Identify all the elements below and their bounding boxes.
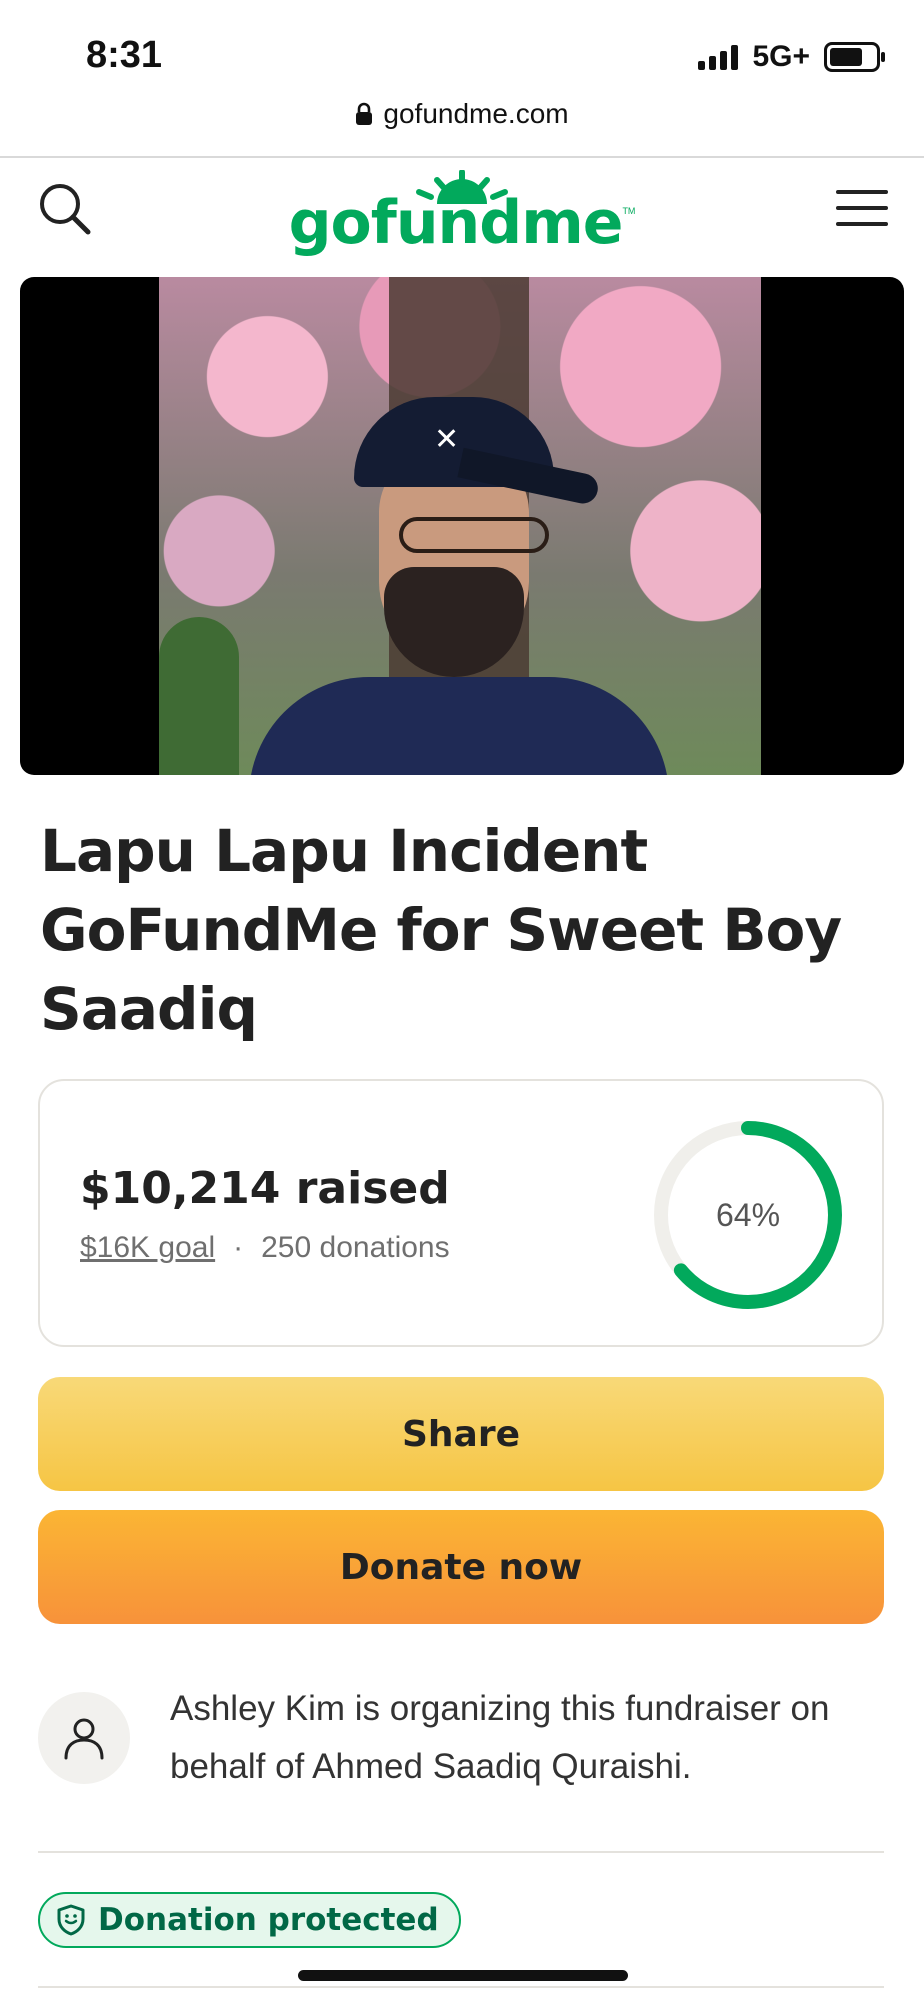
campaign-photo: ✕ (159, 277, 761, 775)
organizer-text: Ashley Kim is organizing this fundraiser… (170, 1689, 830, 1786)
goal-link[interactable]: $16K goal (80, 1231, 215, 1265)
progress-percent: 64% (715, 1197, 781, 1233)
goal-line: $16K goal · 250 donations (80, 1231, 450, 1265)
url-divider (0, 156, 924, 158)
logo-wordmark: gofundme (288, 188, 624, 258)
status-time: 8:31 (86, 34, 163, 76)
signal-icon (698, 44, 739, 70)
separator-dot: · (233, 1231, 244, 1264)
campaign-title: Lapu Lapu Incident GoFundMe for Sweet Bo… (40, 817, 842, 1043)
section-divider (38, 1851, 884, 1853)
badge-label: Donation protected (98, 1902, 439, 1938)
bottom-divider (38, 1986, 884, 1988)
campaign-image: ✕ (20, 277, 904, 775)
share-button[interactable]: Share (38, 1377, 884, 1491)
organizer-avatar (38, 1692, 130, 1784)
logo-trademark: TM (622, 206, 636, 216)
lock-icon (356, 102, 373, 125)
site-header: gofundmeTM (0, 170, 924, 270)
donate-now-button[interactable]: Donate now (38, 1510, 884, 1624)
gofundme-logo[interactable]: gofundmeTM (0, 170, 924, 258)
progress-card: $10,214 raised $16K goal · 250 donations… (38, 1079, 884, 1347)
url-text: gofundme.com (383, 98, 569, 129)
menu-button[interactable] (836, 190, 888, 230)
donation-protected-badge[interactable]: Donation protected (38, 1892, 461, 1948)
status-indicators: 5G+ (698, 40, 885, 74)
shield-icon (57, 1904, 85, 1936)
network-type: 5G+ (752, 40, 810, 73)
progress-ring: 64% (650, 1117, 846, 1313)
battery-icon (824, 42, 885, 72)
user-icon (64, 1718, 104, 1760)
url-bar[interactable]: gofundme.com (0, 98, 924, 130)
amount-raised: $10,214 raised (80, 1163, 450, 1214)
donation-count: 250 donations (261, 1231, 450, 1264)
home-indicator[interactable] (298, 1970, 628, 1981)
